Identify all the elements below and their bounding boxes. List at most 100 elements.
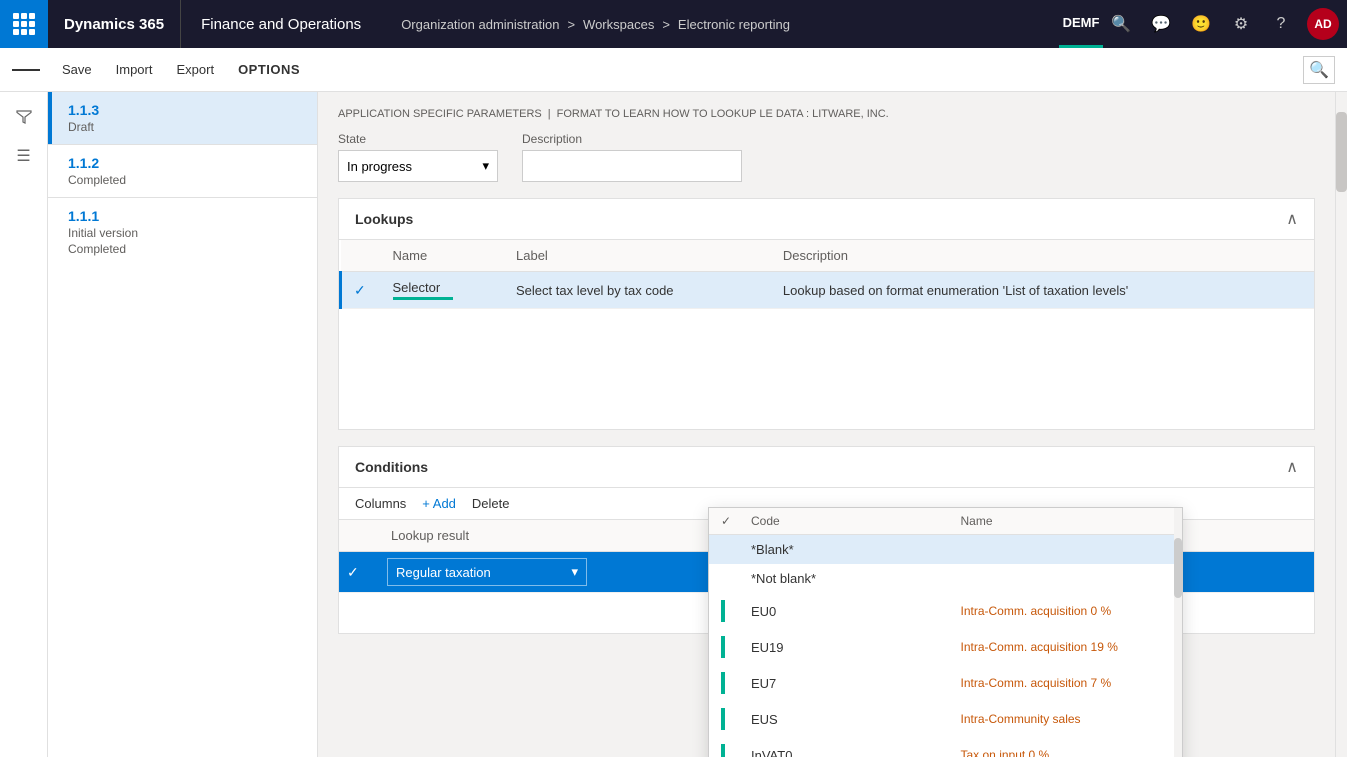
dp-invat0-indicator	[721, 744, 725, 757]
lookups-table-header: Name Label Description	[341, 240, 1315, 272]
finance-ops-label: Finance and Operations	[181, 0, 381, 48]
lookups-section-header: Lookups ∧	[339, 199, 1314, 240]
cond-col-check	[339, 520, 379, 552]
left-icon-panel: ☰	[0, 92, 48, 757]
dropdown-row-eus[interactable]: EUS Intra-Community sales	[709, 701, 1182, 737]
breadcrumb-sep1: >	[567, 17, 575, 32]
main-container: ☰ 1.1.3 Draft 1.1.2 Completed 1.1.1 Init…	[0, 92, 1347, 757]
dp-eu0-indicator	[721, 600, 725, 622]
hamburger-menu-button[interactable]	[12, 56, 40, 84]
search-nav-button[interactable]: 🔍	[1103, 6, 1139, 42]
state-field-group: State In progress ▾	[338, 132, 498, 182]
dropdown-scrollbar[interactable]	[1174, 508, 1182, 757]
code-dropdown-popup: ✓ Code Name *Blank* *Not blank* EU0 Intr…	[708, 507, 1183, 757]
dropdown-row-not-blank[interactable]: *Not blank*	[709, 564, 1182, 593]
dynamics-365-label: Dynamics 365	[48, 0, 181, 48]
lookup-result-dropdown[interactable]: Regular taxation ▾	[387, 558, 587, 586]
dp-eu19-code: EU19	[751, 640, 961, 655]
list-icon[interactable]: ☰	[8, 140, 40, 172]
dp-name-header: Name	[961, 514, 1171, 528]
dropdown-row-eu7[interactable]: EU7 Intra-Comm. acquisition 7 %	[709, 665, 1182, 701]
cond-row-check: ✓	[339, 552, 379, 593]
toolbar-search-input[interactable]: 🔍	[1303, 56, 1335, 84]
conditions-section-header: Conditions ∧	[339, 447, 1314, 488]
lookups-collapse-button[interactable]: ∧	[1286, 209, 1298, 229]
dp-notblank-code: *Not blank*	[751, 571, 961, 586]
breadcrumb-org[interactable]: Organization administration	[401, 17, 559, 32]
dropdown-scrollbar-thumb	[1174, 538, 1182, 598]
breadcrumb-part2: FORMAT TO LEARN HOW TO LOOKUP LE DATA : …	[557, 108, 889, 120]
settings-icon[interactable]: ⚙	[1223, 6, 1259, 42]
state-label: State	[338, 132, 498, 146]
version-item-113[interactable]: 1.1.3 Draft	[48, 92, 317, 144]
dropdown-row-eu19[interactable]: EU19 Intra-Comm. acquisition 19 %	[709, 629, 1182, 665]
state-description-row: State In progress ▾ Description	[338, 132, 1315, 182]
lookup-result-chevron: ▾	[571, 564, 578, 580]
col-check	[341, 240, 381, 272]
chat-icon[interactable]: 💬	[1143, 6, 1179, 42]
app-launcher-button[interactable]	[0, 0, 48, 48]
state-dropdown[interactable]: In progress ▾	[338, 150, 498, 182]
dp-eu7-name: Intra-Comm. acquisition 7 %	[961, 676, 1171, 690]
feedback-icon[interactable]: 🙂	[1183, 6, 1219, 42]
environment-badge: DEMF	[1063, 6, 1099, 42]
nav-right-actions: DEMF 🔍 💬 🙂 ⚙ ? AD	[1063, 6, 1347, 42]
dp-blank-code: *Blank*	[751, 542, 961, 557]
right-scrollbar[interactable]	[1335, 92, 1347, 757]
version-item-111[interactable]: 1.1.1 Initial version Completed	[48, 198, 317, 266]
user-avatar[interactable]: AD	[1307, 8, 1339, 40]
dp-eu0-name: Intra-Comm. acquisition 0 %	[961, 604, 1171, 618]
col-description: Description	[771, 240, 1314, 272]
add-button[interactable]: + Add	[422, 496, 456, 511]
col-label: Label	[504, 240, 771, 272]
breadcrumb-sep2: >	[662, 17, 670, 32]
lookups-table-row[interactable]: ✓ Selector Select tax level by tax code …	[341, 272, 1315, 309]
dp-invat0-name: Tax on input 0 %	[961, 748, 1171, 757]
dropdown-row-blank[interactable]: *Blank*	[709, 535, 1182, 564]
col-name: Name	[381, 240, 505, 272]
lookup-result-value: Regular taxation	[396, 565, 491, 580]
dp-eu19-name: Intra-Comm. acquisition 19 %	[961, 640, 1171, 654]
lookups-section: Lookups ∧ Name Label Description ✓	[338, 198, 1315, 430]
action-toolbar: Save Import Export OPTIONS 🔍	[0, 48, 1347, 92]
dp-invat0-code: InVAT0	[751, 748, 961, 757]
row-check: ✓	[341, 272, 381, 309]
description-input[interactable]	[522, 150, 742, 182]
breadcrumb-reporting[interactable]: Electronic reporting	[678, 17, 790, 32]
breadcrumb-workspaces[interactable]: Workspaces	[583, 17, 654, 32]
import-button[interactable]: Import	[106, 58, 163, 81]
dropdown-row-eu0[interactable]: EU0 Intra-Comm. acquisition 0 %	[709, 593, 1182, 629]
version-list: 1.1.3 Draft 1.1.2 Completed 1.1.1 Initia…	[48, 92, 318, 757]
lookups-title: Lookups	[355, 211, 413, 227]
version-item-112[interactable]: 1.1.2 Completed	[48, 145, 317, 197]
save-button[interactable]: Save	[52, 58, 102, 81]
dp-eu19-indicator	[721, 636, 725, 658]
nav-breadcrumb: Organization administration > Workspaces…	[381, 17, 1063, 32]
delete-button[interactable]: Delete	[472, 496, 510, 511]
state-dropdown-chevron: ▾	[482, 158, 489, 174]
dp-eus-code: EUS	[751, 712, 961, 727]
dropdown-row-invat0[interactable]: InVAT0 Tax on input 0 %	[709, 737, 1182, 757]
row-label: Select tax level by tax code	[504, 272, 771, 309]
dp-eu0-code: EU0	[751, 604, 961, 619]
row-name: Selector	[381, 272, 505, 309]
breadcrumb-sep-pipe: |	[548, 108, 551, 120]
description-field-group: Description	[522, 132, 742, 182]
conditions-collapse-button[interactable]: ∧	[1286, 457, 1298, 477]
row-description: Lookup based on format enumeration 'List…	[771, 272, 1314, 309]
options-button[interactable]: OPTIONS	[228, 58, 310, 81]
columns-button[interactable]: Columns	[355, 496, 406, 511]
dropdown-header: ✓ Code Name	[709, 508, 1182, 535]
breadcrumb-part1: APPLICATION SPECIFIC PARAMETERS	[338, 108, 542, 120]
conditions-title: Conditions	[355, 459, 428, 475]
dp-check-col: ✓	[721, 514, 751, 528]
export-button[interactable]: Export	[166, 58, 224, 81]
filter-icon[interactable]	[8, 100, 40, 132]
content-area: APPLICATION SPECIFIC PARAMETERS | FORMAT…	[318, 92, 1335, 757]
dp-eu7-indicator	[721, 672, 725, 694]
help-icon[interactable]: ?	[1263, 6, 1299, 42]
lookups-empty-space	[339, 309, 1314, 429]
dp-eus-name: Intra-Community sales	[961, 712, 1171, 726]
state-value: In progress	[347, 159, 412, 174]
dp-eus-indicator	[721, 708, 725, 730]
